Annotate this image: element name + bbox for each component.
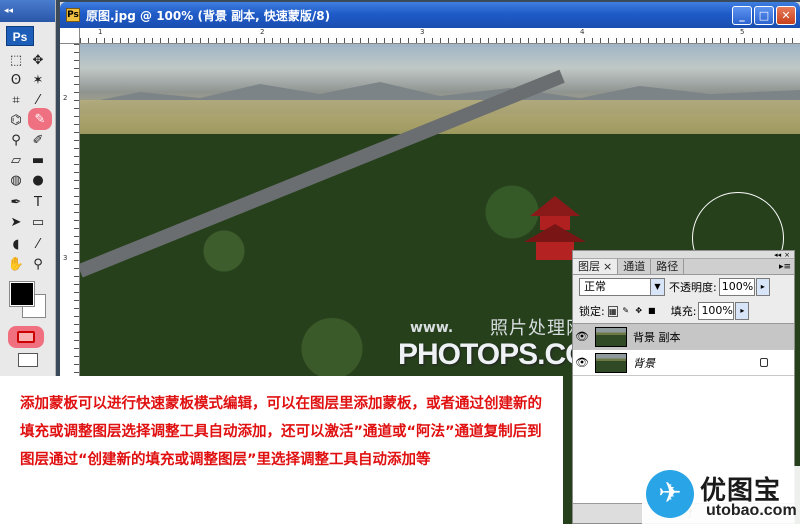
pen-tool-icon[interactable]: ✒ [6, 192, 26, 212]
fill-slider-button[interactable]: ▸ [735, 302, 750, 320]
layer-name: 背景 [633, 356, 655, 370]
lasso-tool-icon[interactable]: ʘ [6, 70, 26, 90]
blend-row: 正常 ▼ 不透明度: 100% ▸ [573, 275, 794, 299]
tab-channels-label: 通道 [623, 259, 646, 273]
quick-mask-icon [17, 331, 35, 343]
visibility-eye-icon[interactable]: 👁 [573, 330, 591, 343]
tab-layers-label: 图层 [578, 259, 600, 273]
screen-mode-button[interactable] [18, 353, 38, 367]
panel-close-icon[interactable]: × [784, 251, 790, 259]
ruler-number: 1 [98, 28, 103, 36]
blur-tool-icon[interactable]: ◍ [6, 170, 26, 190]
chevron-down-icon: ▼ [650, 279, 664, 295]
panel-collapse-icon[interactable]: ◂◂ [774, 251, 781, 259]
ruler-number: 4 [580, 28, 585, 36]
lock-transparent-icon[interactable]: ▦ [607, 305, 618, 317]
lock-position-icon[interactable]: ✥ [634, 306, 644, 317]
ruler-number: 5 [740, 28, 745, 36]
visibility-eye-icon[interactable]: 👁 [573, 356, 591, 369]
healing-brush-tool-icon[interactable]: ⌬ [6, 110, 26, 130]
opacity-input[interactable]: 100% [718, 278, 755, 296]
tab-paths-label: 路径 [656, 259, 679, 273]
layer-thumbnail [595, 326, 627, 347]
document-title: 原图.jpg @ 100% (背景 副本, 快速蒙版/8) [86, 8, 331, 23]
ruler-number: 2 [63, 94, 68, 102]
eyedropper-tool-icon[interactable]: ⁄ [28, 90, 48, 110]
zoom-tool-icon[interactable]: ⚲ [28, 254, 48, 274]
annotation-box: 添加蒙板可以进行快速蒙板模式编辑，可以在图层里添加蒙板，或者通过创建新的填充或调… [0, 376, 563, 524]
bird-logo-icon: ✈ [646, 470, 694, 518]
layer-name: 背景 副本 [633, 330, 681, 344]
fill-label: 填充: [670, 305, 697, 318]
marquee-tool-icon[interactable]: ⬚ [6, 50, 26, 70]
tab-paths[interactable]: 路径 [651, 259, 685, 274]
close-button[interactable]: ✕ [776, 6, 796, 25]
panel-menu-icon[interactable]: ▸≡ [776, 259, 794, 274]
move-tool-icon[interactable]: ✥ [28, 50, 48, 70]
shape-tool-icon[interactable]: ▭ [28, 212, 48, 232]
annotation-text: 添加蒙板可以进行快速蒙板模式编辑，可以在图层里添加蒙板，或者通过创建新的填充或调… [20, 396, 542, 468]
clone-stamp-tool-icon[interactable]: ⚲ [6, 130, 26, 150]
path-selection-tool-icon[interactable]: ➤ [6, 212, 26, 232]
document-icon: Ps [66, 8, 80, 22]
watermark-chinese: 照片处理网 [490, 318, 585, 339]
lock-all-icon[interactable]: ■ [647, 306, 657, 317]
ruler-origin[interactable] [60, 28, 80, 44]
minimize-button[interactable]: _ [732, 6, 752, 25]
maximize-button[interactable]: □ [754, 6, 774, 25]
site-url: utobao.com [706, 502, 797, 519]
horizontal-ruler[interactable]: 1 2 3 4 5 [80, 28, 800, 44]
fill-input[interactable]: 100% [698, 302, 735, 320]
tab-channels[interactable]: 通道 [618, 259, 652, 274]
eyedropper-tool-2-icon[interactable]: ⁄ [28, 234, 48, 254]
toolbox-grip[interactable]: ◂◂ [0, 0, 55, 22]
layer-row[interactable]: 👁 背景 副本 [573, 324, 794, 350]
type-tool-icon[interactable]: T [28, 192, 48, 212]
magic-wand-tool-icon[interactable]: ✶ [28, 70, 48, 90]
ruler-number: 3 [63, 254, 68, 262]
lock-row: 锁定: ▦ ✎ ✥ ■ 填充: 100% ▸ [573, 299, 794, 323]
layer-row[interactable]: 👁 背景 [573, 350, 794, 376]
lock-image-icon[interactable]: ✎ [621, 306, 631, 317]
crop-tool-icon[interactable]: ⌗ [6, 90, 26, 110]
document-titlebar[interactable]: Ps 原图.jpg @ 100% (背景 副本, 快速蒙版/8) [60, 2, 800, 28]
foreground-color-swatch[interactable] [9, 281, 35, 307]
hand-tool-icon[interactable]: ✋ [6, 254, 26, 274]
panel-tabs: 图层 × 通道 路径 ▸≡ [573, 259, 794, 275]
tab-layers[interactable]: 图层 × [573, 259, 619, 275]
gradient-tool-icon[interactable]: ▬ [28, 150, 48, 170]
layer-thumbnail [595, 352, 627, 373]
quick-mask-mode-button[interactable] [8, 326, 44, 348]
history-brush-tool-icon[interactable]: ✐ [28, 130, 48, 150]
layer-lock-icon [760, 358, 768, 367]
opacity-slider-button[interactable]: ▸ [755, 278, 770, 296]
opacity-label: 不透明度: [669, 281, 717, 294]
eraser-tool-icon[interactable]: ▱ [6, 150, 26, 170]
watermark-www: www. [410, 320, 454, 336]
notes-tool-icon[interactable]: ◖ [6, 234, 26, 254]
blend-mode-value: 正常 [584, 280, 606, 293]
blend-mode-select[interactable]: 正常 ▼ [579, 278, 665, 296]
tab-close-icon[interactable]: × [603, 259, 612, 275]
photoshop-logo[interactable]: Ps [6, 26, 34, 46]
site-logo: ✈ 优图宝 utobao.com [642, 466, 800, 524]
ruler-number: 2 [260, 28, 265, 36]
brush-tool-icon[interactable]: ✎ [30, 109, 50, 129]
ruler-number: 3 [420, 28, 425, 36]
dodge-tool-icon[interactable]: ● [28, 170, 48, 190]
lock-label: 锁定: [579, 305, 605, 318]
